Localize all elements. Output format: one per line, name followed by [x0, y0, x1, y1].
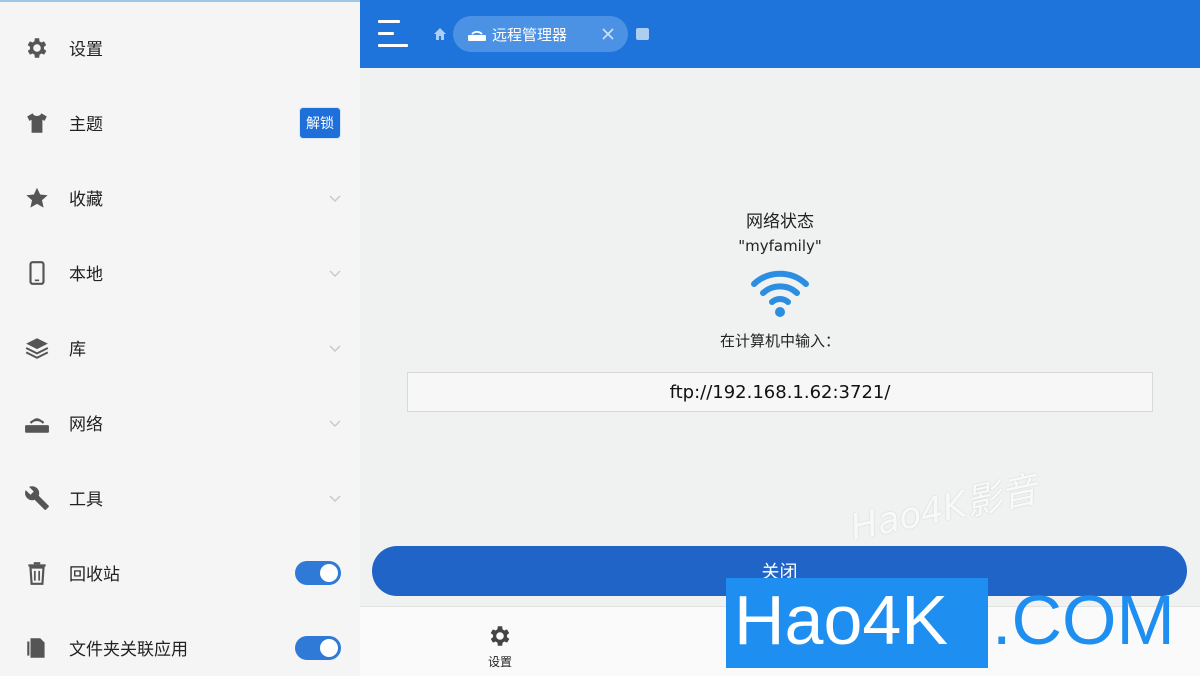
- sidebar-item-label: 工具: [69, 490, 103, 510]
- chevron-down-icon[interactable]: [328, 416, 342, 430]
- hamburger-icon: [378, 20, 400, 23]
- sidebar-item-favorites[interactable]: 收藏: [0, 160, 360, 235]
- home-icon[interactable]: [433, 27, 447, 41]
- ftp-address-field[interactable]: ftp://192.168.1.62:3721/: [407, 372, 1153, 412]
- layers-icon: [24, 335, 50, 361]
- trash-icon: [24, 560, 50, 586]
- gear-icon: [490, 626, 510, 646]
- watermark-logo: Hao4K .COM: [726, 578, 1188, 668]
- sidebar-item-label: 设置: [69, 40, 103, 60]
- shirt-icon: [24, 110, 50, 136]
- sidebar-item-recycle-bin[interactable]: 回收站: [0, 535, 360, 610]
- sidebar-item-tools[interactable]: 工具: [0, 460, 360, 535]
- sidebar-item-label: 收藏: [69, 190, 103, 210]
- sidebar-item-label: 库: [69, 340, 86, 360]
- bottom-settings-label: 设置: [487, 655, 512, 669]
- network-name: "myfamily": [738, 237, 822, 255]
- file-icon: [24, 635, 50, 661]
- menu-button[interactable]: [378, 20, 410, 48]
- router-icon: [468, 31, 486, 41]
- tab-label: 远程管理器: [492, 26, 568, 44]
- sidebar-item-settings[interactable]: 设置: [0, 10, 360, 85]
- sidebar-item-local[interactable]: 本地: [0, 235, 360, 310]
- sidebar-item-folder-apps[interactable]: 文件夹关联应用: [0, 610, 360, 676]
- network-status-title: 网络状态: [746, 212, 814, 232]
- input-prompt: 在计算机中输入：: [719, 332, 840, 350]
- sidebar: 设置 主题 解锁 收藏 本地 库 网络 工具 回收站 文件夹关联应用: [0, 0, 360, 676]
- sidebar-item-label: 主题: [69, 115, 103, 135]
- unlock-button[interactable]: 解锁: [299, 106, 341, 139]
- wifi-icon: [751, 270, 809, 317]
- chevron-down-icon[interactable]: [328, 266, 342, 280]
- star-icon: [24, 185, 50, 211]
- sidebar-item-label: 网络: [69, 415, 103, 435]
- sidebar-item-theme[interactable]: 主题 解锁: [0, 85, 360, 160]
- gear-icon: [24, 35, 50, 61]
- chevron-down-icon[interactable]: [328, 191, 342, 205]
- sidebar-item-label: 回收站: [69, 565, 120, 585]
- sidebar-item-label: 本地: [69, 265, 103, 285]
- folder-apps-toggle[interactable]: [295, 635, 341, 660]
- phone-icon: [24, 260, 50, 286]
- bottom-settings-button[interactable]: 设置: [480, 615, 520, 671]
- sidebar-item-library[interactable]: 库: [0, 310, 360, 385]
- watermark-logo-right: .COM: [992, 581, 1175, 659]
- sidebar-item-label: 文件夹关联应用: [69, 640, 188, 660]
- close-icon[interactable]: [600, 26, 616, 42]
- top-bar: 远程管理器: [360, 0, 1200, 68]
- tab-remote-manager[interactable]: 远程管理器: [453, 16, 628, 52]
- wrench-icon: [24, 485, 50, 511]
- chevron-down-icon[interactable]: [328, 341, 342, 355]
- router-icon: [24, 410, 50, 436]
- recycle-bin-toggle[interactable]: [295, 560, 341, 585]
- watermark-logo-left: Hao4K: [734, 581, 949, 659]
- window-icon[interactable]: [636, 28, 649, 40]
- chevron-down-icon[interactable]: [328, 491, 342, 505]
- sidebar-item-network[interactable]: 网络: [0, 385, 360, 460]
